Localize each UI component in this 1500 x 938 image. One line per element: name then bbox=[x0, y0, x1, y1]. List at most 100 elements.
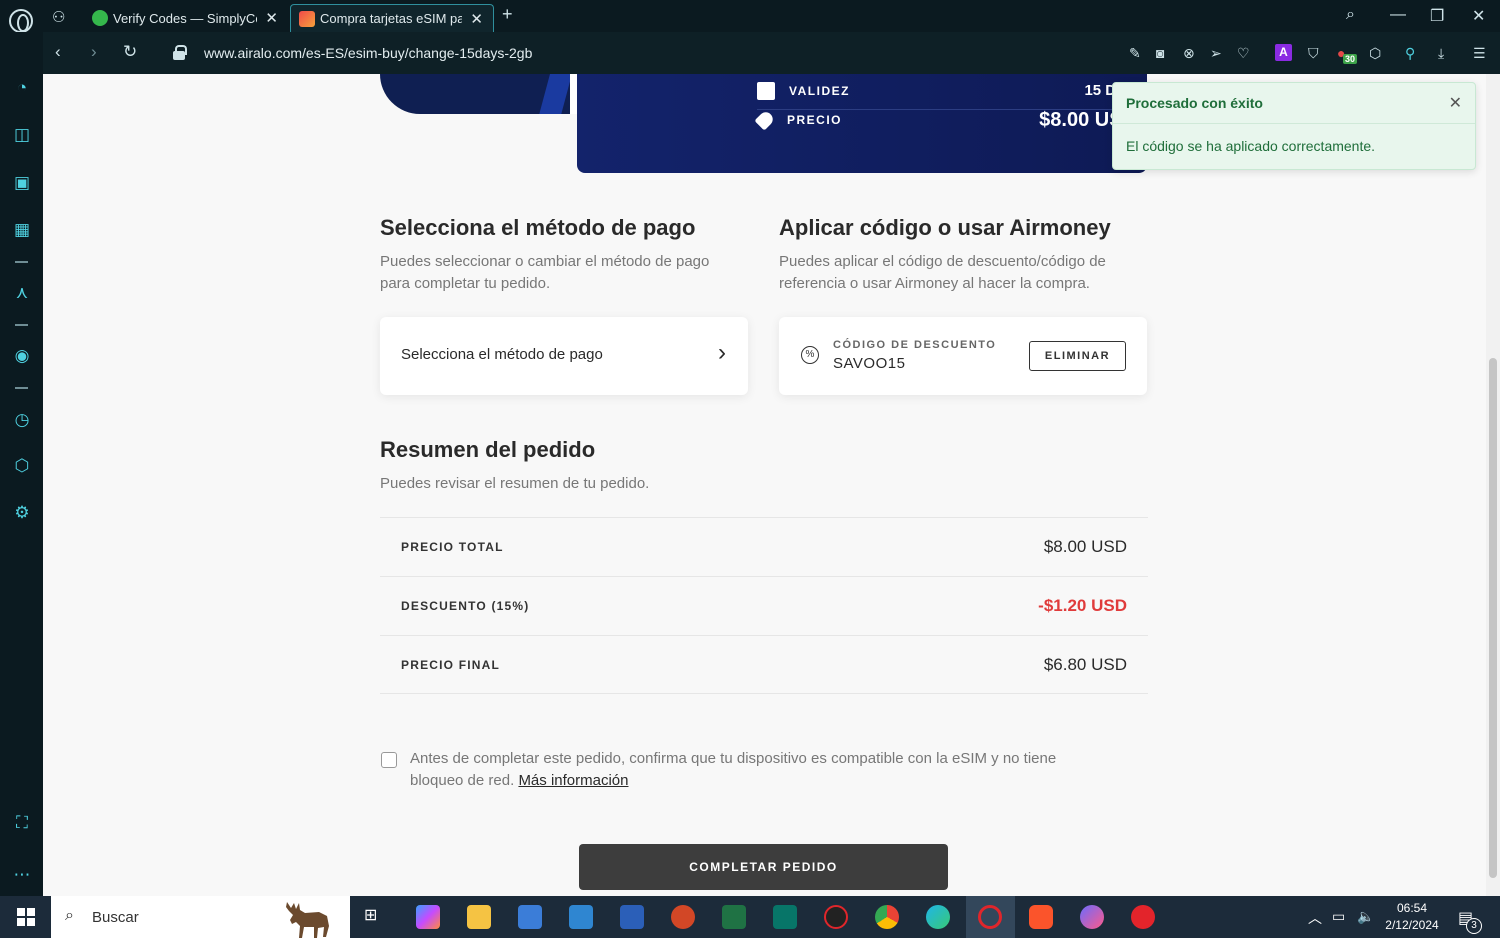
remove-code-button[interactable]: ELIMINAR bbox=[1029, 341, 1126, 371]
compatibility-checkbox[interactable] bbox=[381, 752, 397, 768]
discount-subtitle-line2: referencia o usar Airmoney al hacer la c… bbox=[779, 275, 1090, 292]
camera-icon[interactable]: ◙ bbox=[1156, 45, 1164, 61]
cube-icon[interactable]: ⬡ bbox=[1369, 45, 1381, 62]
scrollbar-thumb[interactable] bbox=[1489, 358, 1497, 878]
select-payment-button[interactable]: Selecciona el método de pago › bbox=[380, 317, 748, 395]
speed-dial-icon[interactable]: ◔ bbox=[11, 77, 33, 99]
box-icon[interactable]: ⬡ bbox=[11, 455, 33, 477]
menu-icon[interactable]: ☰ bbox=[1473, 45, 1486, 62]
summary-label: PRECIO FINAL bbox=[401, 657, 501, 672]
summary-label: DESCUENTO (15%) bbox=[401, 599, 530, 613]
sidebar-divider bbox=[15, 387, 28, 389]
opera-gx-icon[interactable] bbox=[978, 905, 1002, 929]
simplycodes-favicon-icon bbox=[92, 10, 108, 26]
copilot-icon[interactable] bbox=[416, 905, 440, 929]
minimize-icon[interactable]: — bbox=[1390, 6, 1406, 24]
mail-icon[interactable] bbox=[569, 905, 593, 929]
more-icon[interactable]: ⋯ bbox=[11, 864, 33, 886]
complete-order-button[interactable]: COMPLETAR PEDIDO bbox=[579, 844, 948, 890]
taskbar-clock[interactable]: 06:54 2/12/2024 bbox=[1381, 900, 1443, 934]
heart-icon[interactable]: ♡ bbox=[1237, 45, 1250, 62]
profile-icon[interactable]: ⚲ bbox=[1405, 45, 1415, 62]
taskbar-search[interactable]: ⌕ Buscar bbox=[51, 896, 350, 938]
opera-logo-icon[interactable] bbox=[9, 9, 33, 33]
cpu-icon[interactable]: ▦ bbox=[11, 219, 33, 241]
volume-icon[interactable]: 🔈 bbox=[1357, 908, 1374, 925]
more-info-link[interactable]: Más información bbox=[518, 772, 628, 789]
summary-label: PRECIO TOTAL bbox=[401, 540, 504, 554]
toast-divider bbox=[1113, 123, 1475, 124]
game-app-icon[interactable] bbox=[824, 905, 848, 929]
store-icon[interactable] bbox=[518, 905, 542, 929]
extension-a-icon[interactable]: A bbox=[1275, 44, 1292, 61]
file-explorer-icon[interactable] bbox=[467, 905, 491, 929]
powerpoint-icon[interactable] bbox=[671, 905, 695, 929]
restore-icon[interactable]: ❐ bbox=[1430, 6, 1444, 26]
search-tabs-icon[interactable]: ⌕ bbox=[1346, 6, 1355, 24]
discount-subtitle-line1: Puedes aplicar el código de descuento/có… bbox=[779, 253, 1106, 270]
discount-subtitle: Puedes aplicar el código de descuento/có… bbox=[779, 251, 1106, 295]
aria-icon[interactable]: ⋏ bbox=[11, 282, 33, 304]
compatibility-text-line2: bloqueo de red. bbox=[410, 772, 515, 789]
settings-icon[interactable]: ⚙ bbox=[11, 502, 33, 524]
gallery-icon[interactable]: ⛶ bbox=[11, 812, 33, 834]
payment-subtitle-line2: para completar tu pedido. bbox=[380, 275, 551, 292]
download-icon[interactable]: ⤓ bbox=[1438, 45, 1444, 62]
compatibility-text-line1: Antes de completar este pedido, confirma… bbox=[410, 750, 1057, 767]
discount-title: Aplicar código o usar Airmoney bbox=[779, 215, 1111, 240]
page-scrollbar[interactable] bbox=[1486, 74, 1500, 896]
adblock-icon[interactable]: ⊗ bbox=[1183, 45, 1195, 62]
bag-icon[interactable]: ◫ bbox=[11, 124, 33, 146]
excel-icon[interactable] bbox=[722, 905, 746, 929]
word-icon[interactable] bbox=[620, 905, 644, 929]
airalo-favicon-icon bbox=[299, 10, 315, 27]
tab-verify-codes[interactable]: Verify Codes — SimplyCod ✕ bbox=[84, 4, 288, 32]
close-tab-icon[interactable]: ✕ bbox=[470, 10, 483, 28]
network-icon[interactable]: ▭ bbox=[1332, 908, 1345, 925]
search-icon: ⌕ bbox=[65, 907, 74, 924]
tab-airalo[interactable]: Compra tarjetas eSIM para ✕ bbox=[290, 4, 494, 32]
edit-icon[interactable]: ✎ bbox=[1129, 45, 1141, 62]
close-toast-icon[interactable]: ✕ bbox=[1449, 93, 1462, 113]
success-toast: Procesado con éxito ✕ El código se ha ap… bbox=[1112, 82, 1476, 170]
edge-icon[interactable] bbox=[926, 905, 950, 929]
summary-subtitle: Puedes revisar el resumen de tu pedido. bbox=[380, 475, 650, 492]
airalo-checkout-page: VALIDEZ 15 Días PRECIO $8.00 USD Selecci… bbox=[43, 74, 1486, 896]
tray-chevron-up-icon[interactable]: ︿ bbox=[1308, 908, 1322, 928]
player-icon[interactable]: ◉ bbox=[11, 345, 33, 367]
gamepad-icon[interactable]: ⚇ bbox=[52, 8, 65, 26]
notification-count-badge: 3 bbox=[1466, 918, 1482, 934]
chrome-icon[interactable] bbox=[875, 905, 899, 929]
summary-row-total: PRECIO TOTAL $8.00 USD bbox=[380, 517, 1148, 576]
red-app-icon[interactable] bbox=[1131, 905, 1155, 929]
close-tab-icon[interactable]: ✕ bbox=[265, 9, 278, 27]
summary-value-discount: -$1.20 USD bbox=[1038, 596, 1127, 615]
moose-illustration-icon bbox=[286, 902, 329, 938]
brave-icon[interactable] bbox=[1029, 905, 1053, 929]
publisher-icon[interactable] bbox=[773, 905, 797, 929]
forward-icon[interactable]: › bbox=[91, 42, 97, 62]
extension-badge: 30 bbox=[1343, 54, 1358, 64]
messenger-icon[interactable] bbox=[1080, 905, 1104, 929]
lock-icon[interactable] bbox=[173, 45, 187, 60]
tab-title: Verify Codes — SimplyCod bbox=[113, 10, 258, 26]
new-tab-icon[interactable]: + bbox=[502, 4, 513, 25]
discount-code-box: % CÓDIGO DE DESCUENTO SAVOO15 ELIMINAR bbox=[779, 317, 1147, 395]
summary-row-final: PRECIO FINAL $6.80 USD bbox=[380, 635, 1148, 694]
task-view-icon[interactable]: ⊞ bbox=[364, 905, 388, 929]
history-icon[interactable]: ◷ bbox=[11, 409, 33, 431]
twitch-icon[interactable]: ▣ bbox=[11, 172, 33, 194]
payment-subtitle-line1: Puedes seleccionar o cambiar el método d… bbox=[380, 253, 710, 270]
summary-title: Resumen del pedido bbox=[380, 437, 596, 462]
close-window-icon[interactable]: ✕ bbox=[1472, 6, 1485, 26]
send-icon[interactable]: ➢ bbox=[1210, 45, 1222, 62]
sidebar-divider bbox=[15, 324, 28, 326]
select-payment-label: Selecciona el método de pago bbox=[401, 346, 603, 363]
shield-icon[interactable]: ⛉ bbox=[1308, 45, 1319, 62]
back-icon[interactable]: ‹ bbox=[55, 42, 61, 62]
browser-tab-strip: ⚇ Verify Codes — SimplyCod ✕ Compra tarj… bbox=[0, 0, 1500, 33]
taskbar-search-placeholder: Buscar bbox=[92, 909, 139, 926]
reload-icon[interactable]: ↻ bbox=[123, 42, 137, 62]
url-field[interactable]: www.airalo.com/es-ES/esim-buy/change-15d… bbox=[204, 45, 532, 61]
windows-start-icon[interactable] bbox=[17, 908, 35, 926]
